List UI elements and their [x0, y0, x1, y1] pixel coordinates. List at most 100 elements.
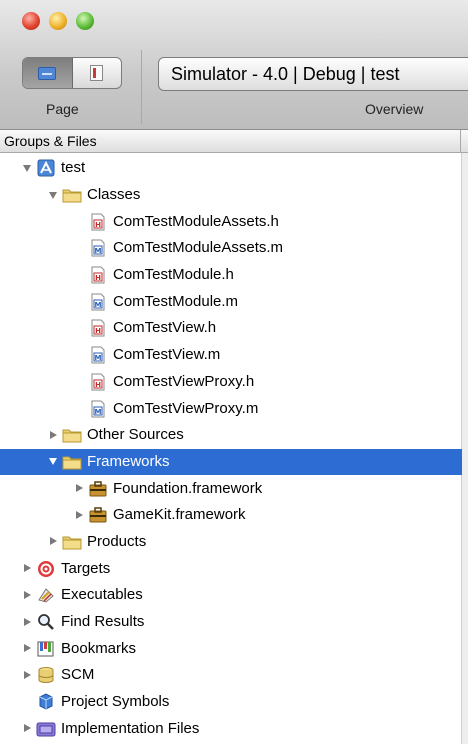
tree-item[interactable]: M ComTestModule.m [0, 288, 462, 315]
disclosure-collapsed-icon[interactable] [74, 483, 85, 494]
tree-item-label: Targets [61, 559, 111, 577]
disclosure-collapsed-icon[interactable] [48, 430, 59, 441]
bookmarks-icon [36, 640, 56, 658]
tree-item[interactable]: Frameworks [0, 448, 462, 476]
disclosure-collapsed-icon[interactable] [22, 670, 33, 681]
tree-item[interactable]: M ComTestModuleAssets.m [0, 235, 462, 262]
tree-item[interactable]: Project Symbols [0, 689, 462, 716]
overview-popup[interactable]: Simulator - 4.0 | Debug | test [158, 57, 468, 91]
tree-item-label: ComTestModuleAssets.m [113, 239, 284, 257]
editor-view-button[interactable] [73, 58, 122, 88]
svg-text:H: H [95, 274, 101, 282]
tree-item[interactable]: M ComTestView.m [0, 342, 462, 369]
header-file-icon: H [88, 266, 108, 284]
tree-item[interactable]: Foundation.framework [0, 475, 462, 502]
toolbar-divider [141, 50, 142, 124]
svg-text:M: M [95, 408, 102, 416]
tree-item-label: test [61, 159, 86, 177]
tree-item-label: ComTestView.m [113, 346, 221, 364]
svg-text:H: H [95, 381, 101, 389]
tree-item-label: ComTestView.h [113, 319, 217, 337]
disclosure-collapsed-icon[interactable] [22, 590, 33, 601]
disclosure-collapsed-icon[interactable] [22, 643, 33, 654]
window-controls [22, 12, 94, 30]
tree-item[interactable]: H ComTestView.h [0, 315, 462, 342]
header-file-icon: H [88, 319, 108, 337]
sidebar-scrollbar[interactable] [461, 153, 468, 744]
header-file-icon: H [88, 373, 108, 391]
source-file-icon: M [88, 293, 108, 311]
overview-popup-value: Simulator - 4.0 | Debug | test [171, 64, 400, 84]
tree-item[interactable]: GameKit.framework [0, 502, 462, 529]
svg-text:M: M [95, 247, 102, 255]
disclosure-expanded-icon[interactable] [22, 163, 33, 174]
framework-icon [88, 506, 108, 524]
page-segmented-control [22, 57, 122, 89]
disclosure-collapsed-icon[interactable] [74, 510, 85, 521]
folder-icon [62, 186, 82, 204]
document-icon [90, 65, 104, 81]
tree-item[interactable]: Bookmarks [0, 635, 462, 662]
tree-item[interactable]: Products [0, 529, 462, 556]
tree-item-label: SCM [61, 666, 95, 684]
svg-text:M: M [95, 301, 102, 309]
groups-files-header[interactable]: Groups & Files [0, 130, 468, 153]
project-symbols-icon [36, 693, 56, 711]
page-layout-icon [38, 66, 57, 80]
tree-item[interactable]: M ComTestViewProxy.m [0, 395, 462, 422]
toolbar: Simulator - 4.0 | Debug | test Page Over… [0, 0, 468, 130]
tree-item-label: Implementation Files [61, 719, 200, 737]
minimize-icon[interactable] [49, 12, 67, 30]
tree-item[interactable]: H ComTestModuleAssets.h [0, 208, 462, 235]
tree-item[interactable]: SCM [0, 662, 462, 689]
svg-text:H: H [95, 221, 101, 229]
tree-item[interactable]: H ComTestViewProxy.h [0, 369, 462, 396]
disclosure-collapsed-icon[interactable] [22, 563, 33, 574]
tree-item[interactable]: Implementation Files [0, 715, 462, 742]
scm-icon [36, 666, 56, 684]
disclosure-expanded-icon[interactable] [48, 190, 59, 201]
page-view-button[interactable] [23, 58, 73, 88]
project-icon [36, 159, 56, 177]
tree-item[interactable]: Classes [0, 182, 462, 209]
svg-text:H: H [95, 327, 101, 335]
tree-item[interactable]: Executables [0, 582, 462, 609]
tree-item-label: ComTestViewProxy.m [113, 399, 259, 417]
disclosure-collapsed-icon[interactable] [22, 617, 33, 628]
source-file-icon: M [88, 400, 108, 418]
executables-icon [36, 586, 56, 604]
disclosure-collapsed-icon[interactable] [48, 536, 59, 547]
folder-icon [62, 533, 82, 551]
tree-item[interactable]: test [0, 155, 462, 182]
folder-icon [62, 453, 82, 471]
tree-item-label: GameKit.framework [113, 506, 246, 524]
disclosure-collapsed-icon[interactable] [22, 723, 33, 734]
tree-item-label: ComTestModule.m [113, 292, 239, 310]
tree-item-label: ComTestModule.h [113, 266, 234, 284]
tree-item[interactable]: H ComTestModule.h [0, 262, 462, 289]
tree-item-label: Bookmarks [61, 639, 137, 657]
groups-files-title: Groups & Files [4, 133, 97, 149]
zoom-icon[interactable] [76, 12, 94, 30]
tree-item-label: Frameworks [87, 452, 170, 470]
tree-item[interactable]: Targets [0, 555, 462, 582]
tree-item-label: ComTestViewProxy.h [113, 372, 255, 390]
implementation-files-icon [36, 720, 56, 738]
tree-item-label: Classes [87, 186, 141, 204]
tree-item-label: Find Results [61, 613, 145, 631]
source-file-icon: M [88, 346, 108, 364]
tree-item[interactable]: Find Results [0, 609, 462, 636]
source-file-icon: M [88, 239, 108, 257]
close-icon[interactable] [22, 12, 40, 30]
tree-item[interactable]: Other Sources [0, 422, 462, 449]
disclosure-expanded-icon[interactable] [48, 456, 59, 467]
groups-files-tree: test Classes H ComTestModuleAssets.h M ComTes… [0, 155, 462, 742]
